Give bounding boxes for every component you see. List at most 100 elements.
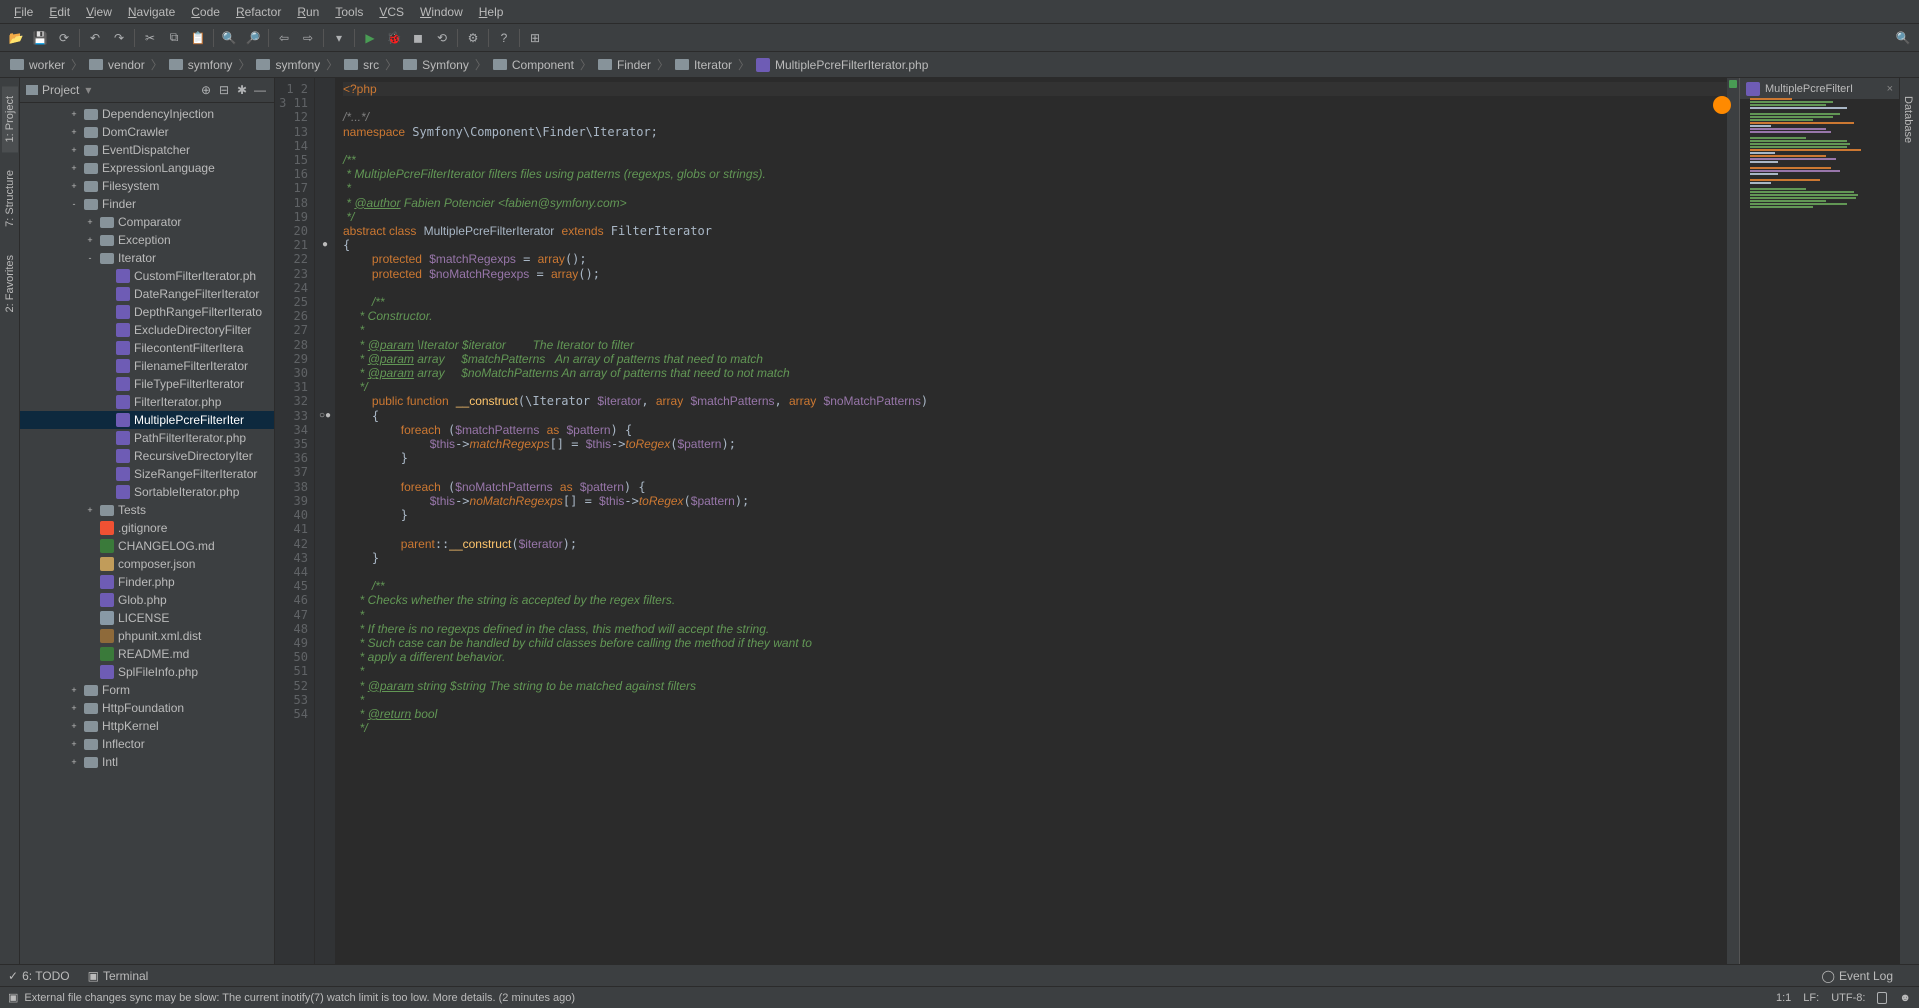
- breadcrumb-item[interactable]: Iterator: [671, 58, 736, 72]
- tree-item[interactable]: +Comparator: [20, 213, 274, 231]
- tree-item[interactable]: FileTypeFilterIterator: [20, 375, 274, 393]
- browser-icon[interactable]: [1713, 96, 1731, 114]
- tool-tab-database[interactable]: Database: [1900, 86, 1916, 153]
- project-tree[interactable]: +DependencyInjection+DomCrawler+EventDis…: [20, 103, 274, 964]
- zoom-in-icon[interactable]: 🔍: [218, 27, 240, 49]
- tree-item[interactable]: RecursiveDirectoryIter: [20, 447, 274, 465]
- save-icon[interactable]: 💾: [29, 27, 51, 49]
- lock-icon[interactable]: [1877, 992, 1887, 1004]
- tree-item[interactable]: +ExpressionLanguage: [20, 159, 274, 177]
- tree-item[interactable]: CustomFilterIterator.ph: [20, 267, 274, 285]
- tree-item[interactable]: -Finder: [20, 195, 274, 213]
- paste-icon[interactable]: 📋: [187, 27, 209, 49]
- breadcrumb-item[interactable]: Symfony: [399, 58, 473, 72]
- scroll-from-source-icon[interactable]: ⊕: [198, 82, 214, 98]
- undo-icon[interactable]: ↶: [84, 27, 106, 49]
- help-icon[interactable]: ?: [493, 27, 515, 49]
- tree-item[interactable]: PathFilterIterator.php: [20, 429, 274, 447]
- search-everywhere-icon[interactable]: 🔍: [1892, 27, 1914, 49]
- tree-item[interactable]: composer.json: [20, 555, 274, 573]
- rerun-icon[interactable]: ⟲: [431, 27, 453, 49]
- tool-tab-favorites[interactable]: 2: Favorites: [2, 245, 18, 322]
- cut-icon[interactable]: ✂: [139, 27, 161, 49]
- tool-tab-structure[interactable]: 7: Structure: [2, 160, 18, 237]
- tree-item[interactable]: phpunit.xml.dist: [20, 627, 274, 645]
- run-icon[interactable]: ▶: [359, 27, 381, 49]
- menu-view[interactable]: View: [78, 3, 120, 21]
- tree-item[interactable]: +Form: [20, 681, 274, 699]
- tree-item[interactable]: +Exception: [20, 231, 274, 249]
- breadcrumb-item[interactable]: worker: [6, 58, 69, 72]
- tree-item[interactable]: +DomCrawler: [20, 123, 274, 141]
- settings-icon[interactable]: ⊞: [524, 27, 546, 49]
- file-encoding[interactable]: UTF-8:: [1831, 992, 1865, 1004]
- menu-code[interactable]: Code: [183, 3, 228, 21]
- tree-item[interactable]: CHANGELOG.md: [20, 537, 274, 555]
- tree-item[interactable]: +EventDispatcher: [20, 141, 274, 159]
- breadcrumb-item[interactable]: MultiplePcreFilterIterator.php: [752, 58, 932, 72]
- menu-help[interactable]: Help: [471, 3, 512, 21]
- menu-tools[interactable]: Tools: [327, 3, 371, 21]
- tree-item[interactable]: Finder.php: [20, 573, 274, 591]
- editor-tab[interactable]: MultiplePcreFilterI ×: [1740, 78, 1899, 100]
- tree-item[interactable]: +Tests: [20, 501, 274, 519]
- tree-item[interactable]: SortableIterator.php: [20, 483, 274, 501]
- todo-tab[interactable]: ✓6: TODO: [8, 969, 70, 983]
- menu-file[interactable]: File: [6, 3, 41, 21]
- tree-item[interactable]: README.md: [20, 645, 274, 663]
- tree-item[interactable]: Glob.php: [20, 591, 274, 609]
- tree-item[interactable]: DateRangeFilterIterator: [20, 285, 274, 303]
- build-icon[interactable]: ▾: [328, 27, 350, 49]
- tree-item[interactable]: ExcludeDirectoryFilter: [20, 321, 274, 339]
- breadcrumb-item[interactable]: src: [340, 58, 383, 72]
- menu-refactor[interactable]: Refactor: [228, 3, 289, 21]
- menu-edit[interactable]: Edit: [41, 3, 78, 21]
- tree-item[interactable]: -Iterator: [20, 249, 274, 267]
- breadcrumb-item[interactable]: Component: [489, 58, 578, 72]
- tree-item[interactable]: +Filesystem: [20, 177, 274, 195]
- tree-item[interactable]: SplFileInfo.php: [20, 663, 274, 681]
- open-icon[interactable]: 📂: [5, 27, 27, 49]
- tree-item[interactable]: +Inflector: [20, 735, 274, 753]
- menu-navigate[interactable]: Navigate: [120, 3, 183, 21]
- breadcrumb-item[interactable]: symfony: [252, 58, 324, 72]
- line-separator[interactable]: LF:: [1803, 992, 1819, 1004]
- nav-fwd-icon[interactable]: ⇨: [297, 27, 319, 49]
- breadcrumb-item[interactable]: Finder: [594, 58, 655, 72]
- code-editor[interactable]: <?php /*...*/ namespace Symfony\Componen…: [335, 78, 1727, 964]
- menu-vcs[interactable]: VCS: [371, 3, 412, 21]
- inspection-indicator-icon[interactable]: [1729, 80, 1737, 88]
- tree-item[interactable]: FilecontentFilterItera: [20, 339, 274, 357]
- menu-window[interactable]: Window: [412, 3, 471, 21]
- nav-back-icon[interactable]: ⇦: [273, 27, 295, 49]
- redo-icon[interactable]: ↷: [108, 27, 130, 49]
- breadcrumb-item[interactable]: vendor: [85, 58, 149, 72]
- event-log-tab[interactable]: ◯Event Log: [1822, 969, 1893, 983]
- tree-item[interactable]: MultiplePcreFilterIter: [20, 411, 274, 429]
- tree-item[interactable]: SizeRangeFilterIterator: [20, 465, 274, 483]
- sync-icon[interactable]: ⟳: [53, 27, 75, 49]
- tree-item[interactable]: DepthRangeFilterIterato: [20, 303, 274, 321]
- terminal-tab[interactable]: ▣Terminal: [88, 969, 149, 983]
- tree-item[interactable]: FilterIterator.php: [20, 393, 274, 411]
- debug-icon[interactable]: 🐞: [383, 27, 405, 49]
- hide-icon[interactable]: —: [252, 82, 268, 98]
- caret-position[interactable]: 1:1: [1776, 992, 1791, 1004]
- settings-gear-icon[interactable]: ✱: [234, 82, 250, 98]
- zoom-out-icon[interactable]: 🔎: [242, 27, 264, 49]
- tree-item[interactable]: +HttpFoundation: [20, 699, 274, 717]
- copy-icon[interactable]: ⧉: [163, 27, 185, 49]
- hector-icon[interactable]: ☻: [1899, 992, 1911, 1004]
- tree-item[interactable]: .gitignore: [20, 519, 274, 537]
- tree-item[interactable]: +Intl: [20, 753, 274, 771]
- code-minimap[interactable]: [1750, 98, 1889, 209]
- tree-item[interactable]: +HttpKernel: [20, 717, 274, 735]
- breakpoints-icon[interactable]: ⚙: [462, 27, 484, 49]
- menu-run[interactable]: Run: [289, 3, 327, 21]
- tool-tab-project[interactable]: 1: Project: [2, 86, 18, 152]
- collapse-all-icon[interactable]: ⊟: [216, 82, 232, 98]
- breadcrumb-item[interactable]: symfony: [165, 58, 237, 72]
- stop-icon[interactable]: ◼: [407, 27, 429, 49]
- tree-item[interactable]: FilenameFilterIterator: [20, 357, 274, 375]
- tree-item[interactable]: +DependencyInjection: [20, 105, 274, 123]
